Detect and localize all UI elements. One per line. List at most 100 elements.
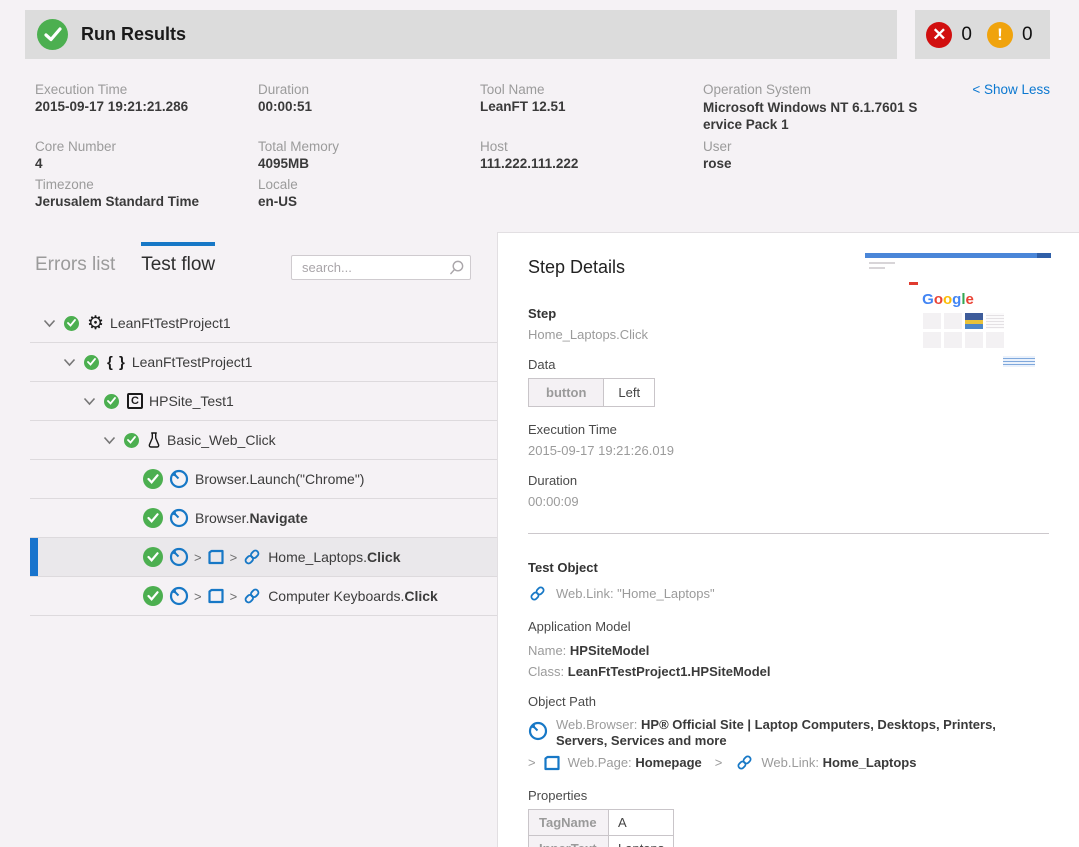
- left-panel-tabs: Errors list Test flow: [35, 242, 215, 276]
- chevron-down-icon[interactable]: [63, 358, 76, 367]
- duration-label: Duration: [528, 473, 1049, 488]
- tree-row-label: Browser.Launch("Chrome"): [195, 471, 364, 487]
- field-label: Total Memory: [258, 139, 480, 154]
- search-icon[interactable]: [448, 259, 465, 281]
- browser-icon: [169, 586, 189, 606]
- tree-row-step-computer-keyboards[interactable]: > > Computer Keyboards.Click: [30, 577, 497, 616]
- section-divider: [528, 533, 1049, 534]
- path-separator: >: [709, 755, 729, 770]
- execution-time-label: Execution Time: [528, 422, 1049, 437]
- tree-row-label: LeanFtTestProject1: [132, 354, 253, 370]
- tab-test-flow[interactable]: Test flow: [141, 242, 215, 276]
- tree-row-step-navigate[interactable]: Browser.Navigate: [30, 499, 497, 538]
- table-row: TagName A: [529, 810, 674, 836]
- field-label: User: [703, 139, 1015, 154]
- data-key: button: [529, 379, 604, 406]
- thumb-addressbar: [869, 267, 885, 269]
- status-passed-icon: [64, 316, 79, 331]
- search-input[interactable]: [291, 255, 471, 280]
- field-host: Host 111.222.111.222: [480, 139, 703, 171]
- warning-count: 0: [1022, 24, 1033, 46]
- field-timezone: Timezone Jerusalem Standard Time: [35, 177, 258, 209]
- status-passed-icon: [124, 433, 139, 448]
- model-class-row: Class: LeanFtTestProject1.HPSiteModel: [528, 664, 1049, 679]
- tree-row-label: Browser.Navigate: [195, 510, 308, 526]
- braces-icon: { }: [107, 354, 126, 371]
- tree-row-project[interactable]: ⚙ LeanFtTestProject1: [30, 304, 497, 343]
- run-summary: Execution Time 2015-09-17 19:21:21.286 D…: [35, 82, 1015, 209]
- data-table: button Left: [528, 378, 655, 407]
- show-less-link[interactable]: < Show Less: [972, 82, 1050, 97]
- warning-icon: !: [987, 22, 1013, 48]
- field-value: 111.222.111.222: [480, 156, 703, 171]
- badge-box: ✕ 0 ! 0: [915, 10, 1050, 59]
- field-label: Locale: [258, 177, 480, 192]
- thumb-google-logo: Google: [865, 291, 1031, 308]
- tree-row-label: Home_Laptops.Click: [268, 549, 400, 565]
- object-path-browser-row: Web.Browser: HP® Official Site | Laptop …: [528, 717, 1049, 749]
- tree-row-class[interactable]: C HPSite_Test1: [30, 382, 497, 421]
- test-object-label: Test Object: [528, 560, 1049, 575]
- table-row: InnerText Laptops: [529, 836, 674, 847]
- chevron-down-icon[interactable]: [43, 319, 56, 328]
- run-results-page: Run Results ✕ 0 ! 0 Execution Time 2015-…: [0, 0, 1079, 847]
- field-value: Microsoft Windows NT 6.1.7601 Service Pa…: [703, 99, 918, 133]
- status-passed-icon: [143, 586, 163, 606]
- property-value: Laptops: [609, 836, 674, 847]
- thumb-browser-controls: [1037, 253, 1051, 258]
- flask-icon: [147, 432, 161, 449]
- step-details-panel: Step Details Google Step Home_Laptops.Cl…: [497, 232, 1079, 847]
- browser-icon: [528, 721, 548, 741]
- thumb-browser-bar: [865, 253, 1051, 258]
- thumb-addressbar: [869, 262, 895, 264]
- test-object-value: Web.Link: "Home_Laptops": [556, 586, 715, 601]
- data-value: Left: [604, 379, 654, 406]
- web-page-icon: [207, 587, 225, 605]
- field-label: Tool Name: [480, 82, 703, 97]
- object-path-page-row: > Web.Page: Homepage > Web.Link: Home_La…: [528, 753, 1049, 772]
- web-page-icon: [543, 754, 561, 772]
- field-total-memory: Total Memory 4095MB: [258, 139, 480, 171]
- error-count: 0: [961, 24, 972, 46]
- field-label: Duration: [258, 82, 480, 97]
- test-object-row: Web.Link: "Home_Laptops": [528, 584, 1049, 603]
- path-separator: >: [225, 550, 243, 565]
- tree-row-label: Basic_Web_Click: [167, 432, 276, 448]
- web-link-icon: [735, 753, 754, 772]
- field-tool-name: Tool Name LeanFT 12.51: [480, 82, 703, 133]
- chevron-down-icon[interactable]: [103, 436, 116, 445]
- field-value: 2015-09-17 19:21:21.286: [35, 99, 258, 114]
- path-separator: >: [189, 550, 207, 565]
- gear-icon: ⚙: [87, 314, 104, 333]
- field-duration: Duration 00:00:51: [258, 82, 480, 133]
- status-passed-icon: [84, 355, 99, 370]
- field-label: Operation System: [703, 82, 1015, 97]
- field-value: rose: [703, 156, 1015, 171]
- step-screenshot-thumbnail[interactable]: Google: [865, 251, 1051, 375]
- field-execution-time: Execution Time 2015-09-17 19:21:21.286: [35, 82, 258, 133]
- field-value: 00:00:51: [258, 99, 480, 114]
- tree-row-step-home-laptops[interactable]: > > Home_Laptops.Click: [30, 538, 497, 577]
- field-label: Timezone: [35, 177, 258, 192]
- tree-row-namespace[interactable]: { } LeanFtTestProject1: [30, 343, 497, 382]
- field-value: 4095MB: [258, 156, 480, 171]
- tree-row-step-launch[interactable]: Browser.Launch("Chrome"): [30, 460, 497, 499]
- search-box: [291, 255, 471, 280]
- tree-row-label: LeanFtTestProject1: [110, 315, 231, 331]
- field-value: en-US: [258, 194, 480, 209]
- status-passed-icon: [143, 469, 163, 489]
- field-value: Jerusalem Standard Time: [35, 194, 258, 209]
- tab-errors-list[interactable]: Errors list: [35, 242, 115, 276]
- path-separator: >: [189, 589, 207, 604]
- application-model-label: Application Model: [528, 619, 1049, 634]
- path-separator: >: [528, 755, 536, 770]
- tree-row-test[interactable]: Basic_Web_Click: [30, 421, 497, 460]
- status-passed-icon: [104, 394, 119, 409]
- thumb-footer-links: [1003, 356, 1035, 367]
- thumb-bookmark: [909, 282, 918, 285]
- tree-row-label: HPSite_Test1: [149, 393, 234, 409]
- field-label: Execution Time: [35, 82, 258, 97]
- chevron-down-icon[interactable]: [83, 397, 96, 406]
- web-link-icon: [528, 584, 547, 603]
- field-label: Core Number: [35, 139, 258, 154]
